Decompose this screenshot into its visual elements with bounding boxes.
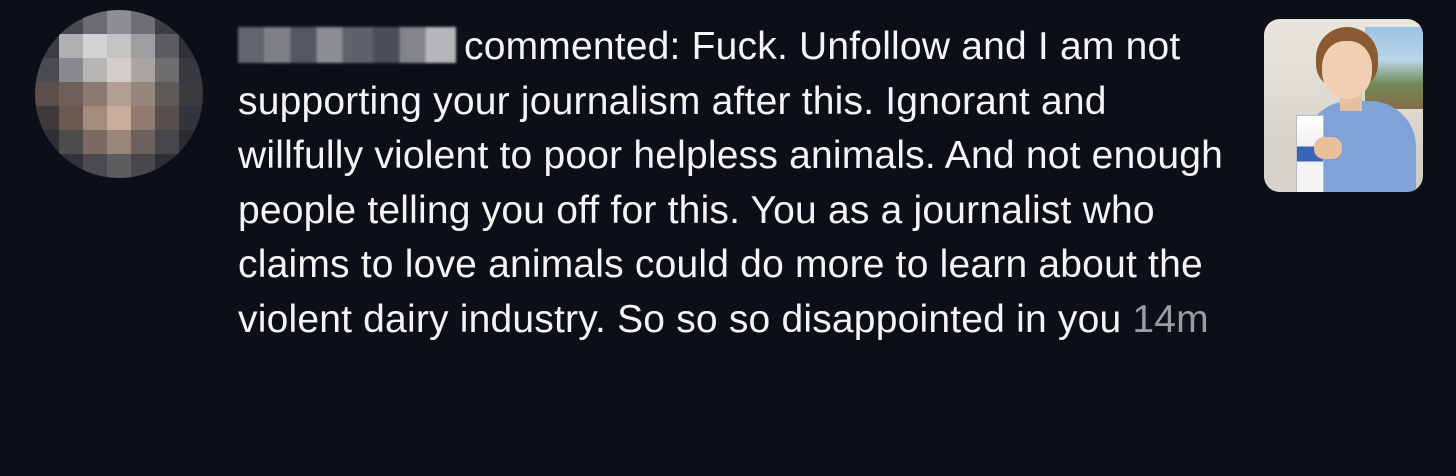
avatar-pixel xyxy=(179,58,203,82)
avatar-pixel xyxy=(83,82,107,106)
avatar-pixel xyxy=(107,10,131,34)
avatar-pixel xyxy=(131,58,155,82)
avatar-pixel xyxy=(131,82,155,106)
avatar-pixel xyxy=(155,10,179,34)
avatar-pixel xyxy=(179,82,203,106)
comment-text-block: commented: Fuck. Unfollow and I am not s… xyxy=(238,20,1238,347)
avatar-pixel xyxy=(179,154,203,178)
avatar-pixel xyxy=(131,130,155,154)
avatar-pixel xyxy=(155,82,179,106)
avatar-pixel xyxy=(179,130,203,154)
avatar-pixel xyxy=(35,106,59,130)
avatar-pixel xyxy=(59,10,83,34)
avatar-pixel xyxy=(35,130,59,154)
avatar-pixel xyxy=(59,130,83,154)
avatar-pixel xyxy=(35,34,59,58)
avatar-pixel xyxy=(131,154,155,178)
avatar-pixel xyxy=(107,154,131,178)
avatar-pixel xyxy=(107,58,131,82)
avatar-pixel xyxy=(83,154,107,178)
avatar-pixel xyxy=(35,58,59,82)
avatar-pixel xyxy=(59,34,83,58)
avatar-pixel xyxy=(155,106,179,130)
avatar-pixel xyxy=(179,10,203,34)
avatar-pixel xyxy=(59,154,83,178)
avatar-pixel xyxy=(155,154,179,178)
commenter-avatar[interactable] xyxy=(35,10,203,178)
avatar-pixel xyxy=(179,106,203,130)
avatar-pixel xyxy=(83,58,107,82)
avatar-pixel xyxy=(131,10,155,34)
avatar-pixel xyxy=(107,34,131,58)
avatar-pixel xyxy=(83,130,107,154)
avatar-pixel xyxy=(83,34,107,58)
comment-text: commented: Fuck. Unfollow and I am not s… xyxy=(238,25,1224,341)
avatar-pixel xyxy=(83,106,107,130)
timestamp: 14m xyxy=(1132,297,1209,341)
avatar-pixel xyxy=(107,130,131,154)
avatar-pixel xyxy=(131,34,155,58)
avatar-pixel xyxy=(59,106,83,130)
avatar-pixel xyxy=(35,10,59,34)
avatar-pixel xyxy=(107,106,131,130)
comment-notification[interactable]: commented: Fuck. Unfollow and I am not s… xyxy=(0,0,1456,476)
redacted-username[interactable] xyxy=(238,27,456,63)
avatar-pixel xyxy=(59,82,83,106)
avatar-pixel xyxy=(155,34,179,58)
avatar-pixel xyxy=(179,34,203,58)
avatar-pixel xyxy=(83,10,107,34)
avatar-pixel xyxy=(107,82,131,106)
avatar-pixel xyxy=(155,58,179,82)
avatar-pixel xyxy=(35,154,59,178)
avatar-pixel xyxy=(155,130,179,154)
avatar-pixel xyxy=(35,82,59,106)
avatar-pixel xyxy=(131,106,155,130)
avatar-pixel xyxy=(59,58,83,82)
thumbnail-person-face xyxy=(1322,41,1372,99)
post-thumbnail[interactable] xyxy=(1264,19,1423,192)
thumbnail-person-hand xyxy=(1314,137,1342,159)
